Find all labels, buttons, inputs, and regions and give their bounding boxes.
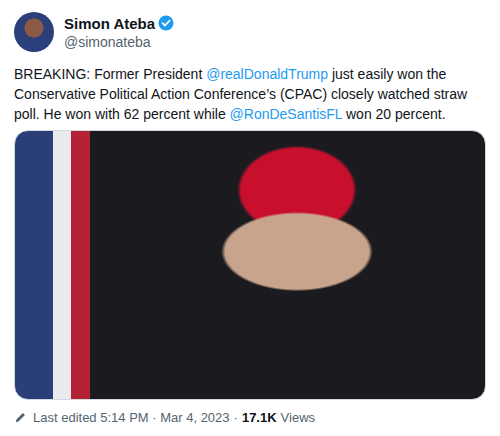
tweet-photo[interactable] [14, 130, 486, 400]
mention-link[interactable]: @realDonaldTrump [206, 66, 328, 82]
verified-icon [158, 15, 174, 31]
author-info: Simon Ateba @simonateba [64, 15, 174, 50]
pencil-icon [14, 411, 27, 424]
edited-time[interactable]: Last edited 5:14 PM · Mar 4, 2023 [33, 410, 230, 425]
avatar[interactable] [14, 12, 54, 52]
author-handle[interactable]: @simonateba [64, 34, 174, 50]
tweet-header: Simon Ateba @simonateba [14, 12, 486, 52]
tweet-footer: Last edited 5:14 PM · Mar 4, 2023 · 17.1K V… [14, 410, 486, 425]
view-count: 17.1K [242, 410, 277, 425]
mention-link[interactable]: @RonDeSantisFL [230, 106, 343, 122]
author-name-row: Simon Ateba [64, 15, 174, 32]
separator: · [234, 410, 238, 425]
tweet-text-segment: won 20 percent. [342, 106, 446, 122]
tweet-card: Simon Ateba @simonateba BREAKING: Former P… [0, 0, 500, 436]
author-name[interactable]: Simon Ateba [64, 15, 155, 32]
tweet-text-segment: BREAKING: Former President [14, 66, 206, 82]
tweet-text: BREAKING: Former President @realDonaldTr… [14, 64, 486, 124]
views-label: Views [281, 410, 315, 425]
